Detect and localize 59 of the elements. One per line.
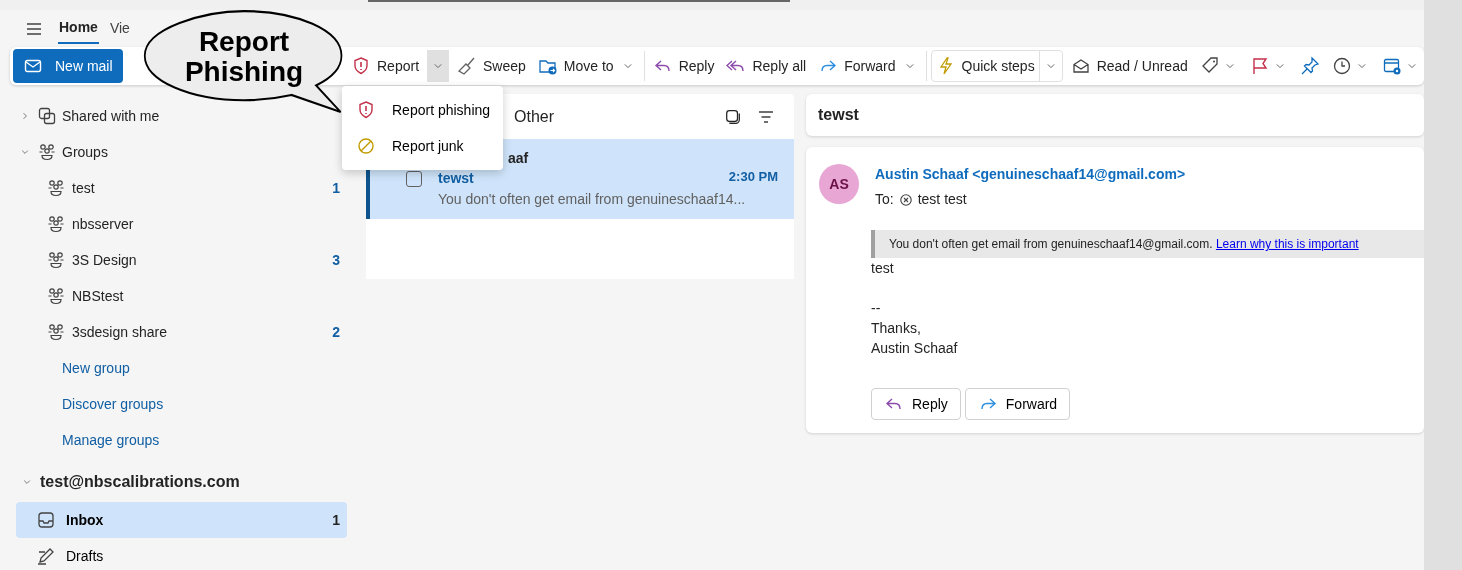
folder-item[interactable]: Inbox 1 — [16, 502, 347, 538]
clock-icon — [1331, 56, 1352, 76]
select-icon — [724, 107, 742, 126]
group-item[interactable]: NBStest — [0, 278, 366, 314]
recipient-name[interactable]: test test — [917, 189, 967, 210]
body-text: Austin Schaaf — [871, 339, 959, 358]
sender-name: aaf — [507, 149, 530, 167]
forward-button[interactable]: Forward — [814, 50, 922, 82]
message-subject: tewst — [818, 105, 859, 125]
remove-icon — [897, 191, 914, 208]
message-preview: You don't often get email from genuineschaaf14... — [438, 190, 747, 209]
pencil-icon — [36, 546, 56, 566]
body-text: Thanks, — [871, 319, 922, 338]
avatar: AS — [819, 164, 859, 204]
group-icon — [46, 250, 66, 270]
prohibited-icon — [356, 136, 376, 156]
ribbon-tab[interactable]: Vie — [108, 14, 131, 43]
shield-icon — [351, 56, 371, 76]
group-link[interactable]: Discover groups — [0, 386, 366, 422]
group-item[interactable]: nbsserver — [0, 206, 366, 242]
group-item[interactable]: test 1 — [0, 170, 366, 206]
message-time: 2:30 PM — [728, 168, 778, 186]
report-button[interactable]: Report — [347, 50, 424, 82]
group-icon — [46, 214, 66, 234]
reply-button[interactable]: Reply — [648, 50, 719, 82]
forward-button[interactable]: Forward — [964, 388, 1071, 420]
group-link[interactable]: New group — [0, 350, 366, 386]
learn-more-link[interactable]: Learn why this is important — [1215, 237, 1359, 251]
group-item[interactable]: 3S Design 3 — [0, 242, 366, 278]
group-icon — [46, 178, 66, 198]
account-name[interactable]: test@nbscalibrations.com — [40, 470, 240, 494]
group-icon — [46, 322, 66, 342]
body-text: test — [871, 259, 895, 278]
notice-text: You don't often get email from genuineschaaf14@gmail.com. — [889, 237, 1213, 251]
group-item[interactable]: 3sdesign share 2 — [0, 314, 366, 350]
message-subject: tewst — [438, 169, 474, 188]
inbox-icon — [36, 510, 56, 530]
shared-icon — [37, 106, 57, 126]
sender-name[interactable]: Austin Schaaf <genuineschaaf14@gmail.com> — [875, 164, 1186, 185]
checkbox[interactable] — [406, 171, 422, 187]
to-label: To: — [875, 190, 894, 209]
group-icon — [37, 142, 57, 162]
calendar-icon — [1381, 56, 1402, 76]
read-unread-button[interactable]: Read / Unread — [1066, 50, 1192, 82]
menu-item[interactable]: Report phishing — [342, 92, 503, 128]
callout-text: Report Phishing — [183, 27, 305, 87]
reply-all-button[interactable]: Reply all — [722, 50, 811, 82]
ribbon-tab[interactable]: Home — [58, 13, 99, 44]
folder-item[interactable]: Drafts — [16, 538, 347, 570]
reply-button[interactable]: Reply — [871, 388, 961, 420]
inbox-tab[interactable]: Other — [514, 104, 554, 129]
pin-icon — [1299, 56, 1320, 76]
body-text: -- — [871, 299, 882, 318]
group-link[interactable]: Manage groups — [0, 422, 366, 458]
sweep-button[interactable]: Sweep — [453, 50, 530, 82]
shield-icon — [356, 100, 376, 120]
move-to-button[interactable]: Move to — [533, 50, 640, 82]
group-icon — [46, 286, 66, 306]
new-mail-button[interactable]: New mail — [13, 49, 123, 83]
